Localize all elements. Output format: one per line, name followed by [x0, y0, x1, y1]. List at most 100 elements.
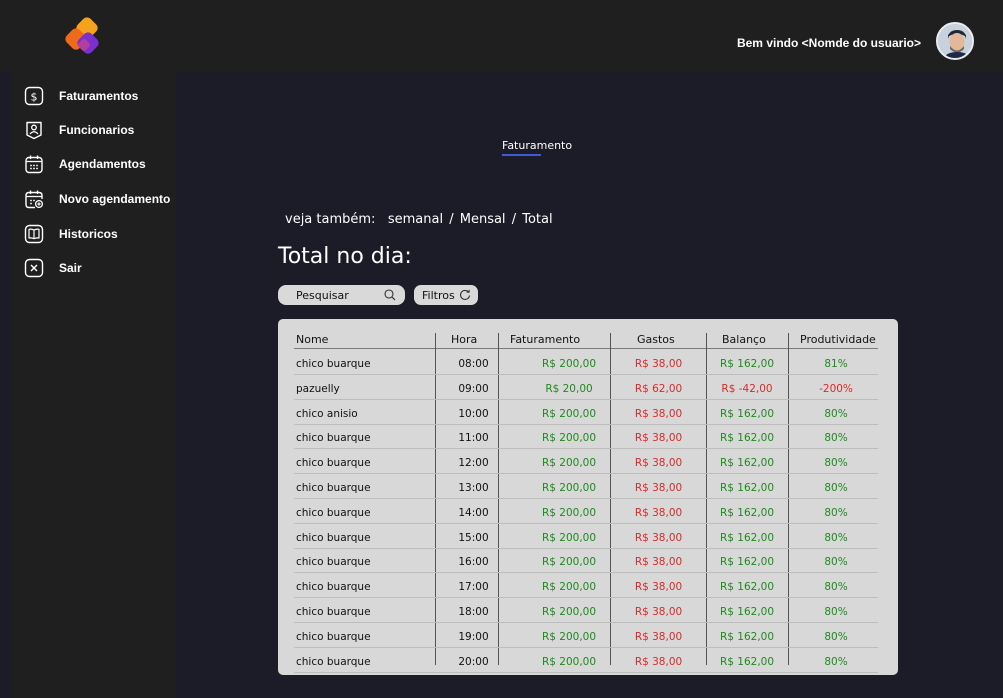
cell-gastos: R$ 38,00 [634, 655, 683, 668]
table-row[interactable]: chico buarque 14:00 R$ 200,00 R$ 38,00 R$ 16… [294, 500, 878, 524]
cell-gastos: R$ 38,00 [634, 482, 683, 494]
cell-nome: chico buarque [296, 581, 371, 594]
cell-produtividade: 80% [824, 432, 848, 445]
cell-hora: 12:00 [458, 457, 489, 470]
table-row[interactable]: chico buarque 20:00 R$ 200,00 R$ 38,00 R$ 16… [294, 649, 878, 673]
table-row[interactable]: chico buarque 08:00 R$ 200,00 R$ 38,00 R$ 16… [294, 351, 878, 375]
cell-nome: chico buarque [296, 506, 371, 519]
cell-produtividade: 80% [824, 482, 848, 494]
sidebar-item-agendamentos[interactable]: Agendamentos [24, 153, 146, 175]
svg-text:$: $ [31, 91, 38, 104]
search-box [278, 285, 405, 305]
column-header-balanco[interactable]: Balanço [722, 333, 766, 346]
sidebar-item-funcionarios[interactable]: Funcionarios [24, 119, 134, 141]
search-icon[interactable] [384, 289, 396, 301]
column-header-gastos[interactable]: Gastos [637, 333, 675, 346]
table-row[interactable]: chico anisio 10:00 R$ 200,00 R$ 38,00 R$ 162… [294, 401, 878, 425]
page-title: Total no dia: [278, 244, 412, 269]
cell-hora: 09:00 [458, 382, 489, 395]
cell-gastos: R$ 38,00 [634, 432, 683, 445]
cell-balanco: R$ 162,00 [719, 457, 775, 470]
table-row[interactable]: chico buarque 17:00 R$ 200,00 R$ 38,00 R$ 16… [294, 574, 878, 599]
separator: / [511, 212, 517, 227]
cell-balanco: R$ 162,00 [719, 506, 775, 519]
sidebar-item-faturamentos[interactable]: $ Faturamentos [24, 85, 138, 107]
table-row[interactable]: chico buarque 11:00 R$ 200,00 R$ 38,00 R$ 16… [294, 425, 878, 450]
cell-produtividade: 80% [824, 630, 848, 643]
filters-button[interactable]: Filtros [414, 285, 478, 305]
cell-hora: 08:00 [458, 358, 489, 370]
cell-balanco: R$ 162,00 [719, 606, 775, 618]
cell-produtividade: 80% [824, 407, 848, 420]
sidebar-item-historicos[interactable]: Historicos [24, 223, 118, 245]
search-input[interactable] [296, 288, 380, 302]
cell-gastos: R$ 38,00 [634, 457, 683, 470]
column-header-produtividade[interactable]: Produtividade [800, 333, 876, 346]
tab-faturamento[interactable]: Faturamento [502, 139, 572, 152]
cell-balanco: R$ 162,00 [719, 655, 775, 668]
cell-hora: 20:00 [458, 655, 489, 668]
link-mensal[interactable]: Mensal [460, 212, 506, 227]
cell-hora: 17:00 [458, 581, 489, 594]
cell-gastos: R$ 62,00 [634, 382, 683, 395]
avatar-image [938, 24, 972, 58]
link-semanal[interactable]: semanal [388, 212, 443, 227]
cell-balanco: R$ 162,00 [719, 482, 775, 494]
filters-label: Filtros [422, 288, 455, 302]
cell-produtividade: -200% [819, 382, 853, 395]
sidebar-item-sair[interactable]: Sair [24, 257, 82, 279]
cell-produtividade: 80% [824, 655, 848, 668]
user-badge-icon [26, 121, 42, 140]
cell-balanco: R$ 162,00 [719, 358, 775, 370]
table-row[interactable]: pazuelly 09:00 R$ 20,00 R$ 62,00 R$ -42,00 -2… [294, 376, 878, 400]
calendar-icon [25, 155, 43, 174]
sidebar-item-label: Agendamentos [59, 157, 146, 171]
top-bar: Bem vindo <Nomde do usuario> [0, 0, 1003, 72]
table-row[interactable]: chico buarque 13:00 R$ 200,00 R$ 38,00 R$ 16… [294, 475, 878, 499]
cell-gastos: R$ 38,00 [634, 407, 683, 420]
app-logo[interactable] [62, 16, 108, 60]
column-header-faturamento[interactable]: Faturamento [510, 333, 580, 346]
table-row[interactable]: chico buarque 16:00 R$ 200,00 R$ 38,00 R$ 16… [294, 549, 878, 574]
cell-produtividade: 80% [824, 506, 848, 519]
cell-gastos: R$ 38,00 [634, 630, 683, 643]
cell-hora: 16:00 [458, 556, 489, 569]
cell-gastos: R$ 38,00 [634, 358, 683, 370]
cell-balanco: R$ -42,00 [721, 382, 773, 395]
see-also-label: veja também: [285, 212, 376, 227]
cell-balanco: R$ 162,00 [719, 531, 775, 544]
close-icon [24, 258, 44, 278]
sidebar-item-label: Novo agendamento [59, 192, 171, 206]
column-header-nome[interactable]: Nome [296, 333, 328, 346]
welcome-message: Bem vindo <Nomde do usuario> [736, 36, 921, 50]
user-avatar[interactable] [936, 22, 974, 60]
sidebar-item-novo-agendamento[interactable]: Novo agendamento [24, 188, 170, 210]
column-header-hora[interactable]: Hora [451, 333, 477, 346]
cell-gastos: R$ 38,00 [634, 606, 683, 618]
cell-nome: chico buarque [296, 606, 371, 618]
cell-produtividade: 80% [824, 556, 848, 569]
cell-produtividade: 81% [824, 358, 848, 370]
cell-nome: chico buarque [296, 432, 371, 445]
cell-gastos: R$ 38,00 [634, 581, 683, 594]
refresh-icon [460, 289, 471, 300]
cell-hora: 15:00 [458, 531, 489, 544]
header-divider [294, 348, 878, 349]
table-row[interactable]: chico buarque 15:00 R$ 200,00 R$ 38,00 R$ 16… [294, 525, 878, 549]
link-total[interactable]: Total [522, 212, 552, 227]
cell-produtividade: 80% [824, 606, 848, 618]
table-row[interactable]: chico buarque 12:00 R$ 200,00 R$ 38,00 R$ 16… [294, 450, 878, 475]
cell-nome: chico buarque [296, 630, 371, 643]
cell-hora: 14:00 [458, 506, 489, 519]
sidebar: $ Faturamentos Funcionarios Agendamentos [12, 72, 176, 698]
table-row[interactable]: chico buarque 19:00 R$ 200,00 R$ 38,00 R$ 16… [294, 624, 878, 648]
cell-balanco: R$ 162,00 [719, 407, 775, 420]
calendar-add-icon [25, 190, 44, 209]
table-row[interactable]: chico buarque 18:00 R$ 200,00 R$ 38,00 R$ 16… [294, 599, 878, 623]
cell-hora: 19:00 [458, 630, 489, 643]
cell-gastos: R$ 38,00 [634, 556, 683, 569]
cell-nome: pazuelly [296, 382, 340, 395]
cell-produtividade: 80% [824, 531, 848, 544]
active-tab-indicator [502, 154, 541, 156]
cell-hora: 13:00 [458, 482, 489, 494]
